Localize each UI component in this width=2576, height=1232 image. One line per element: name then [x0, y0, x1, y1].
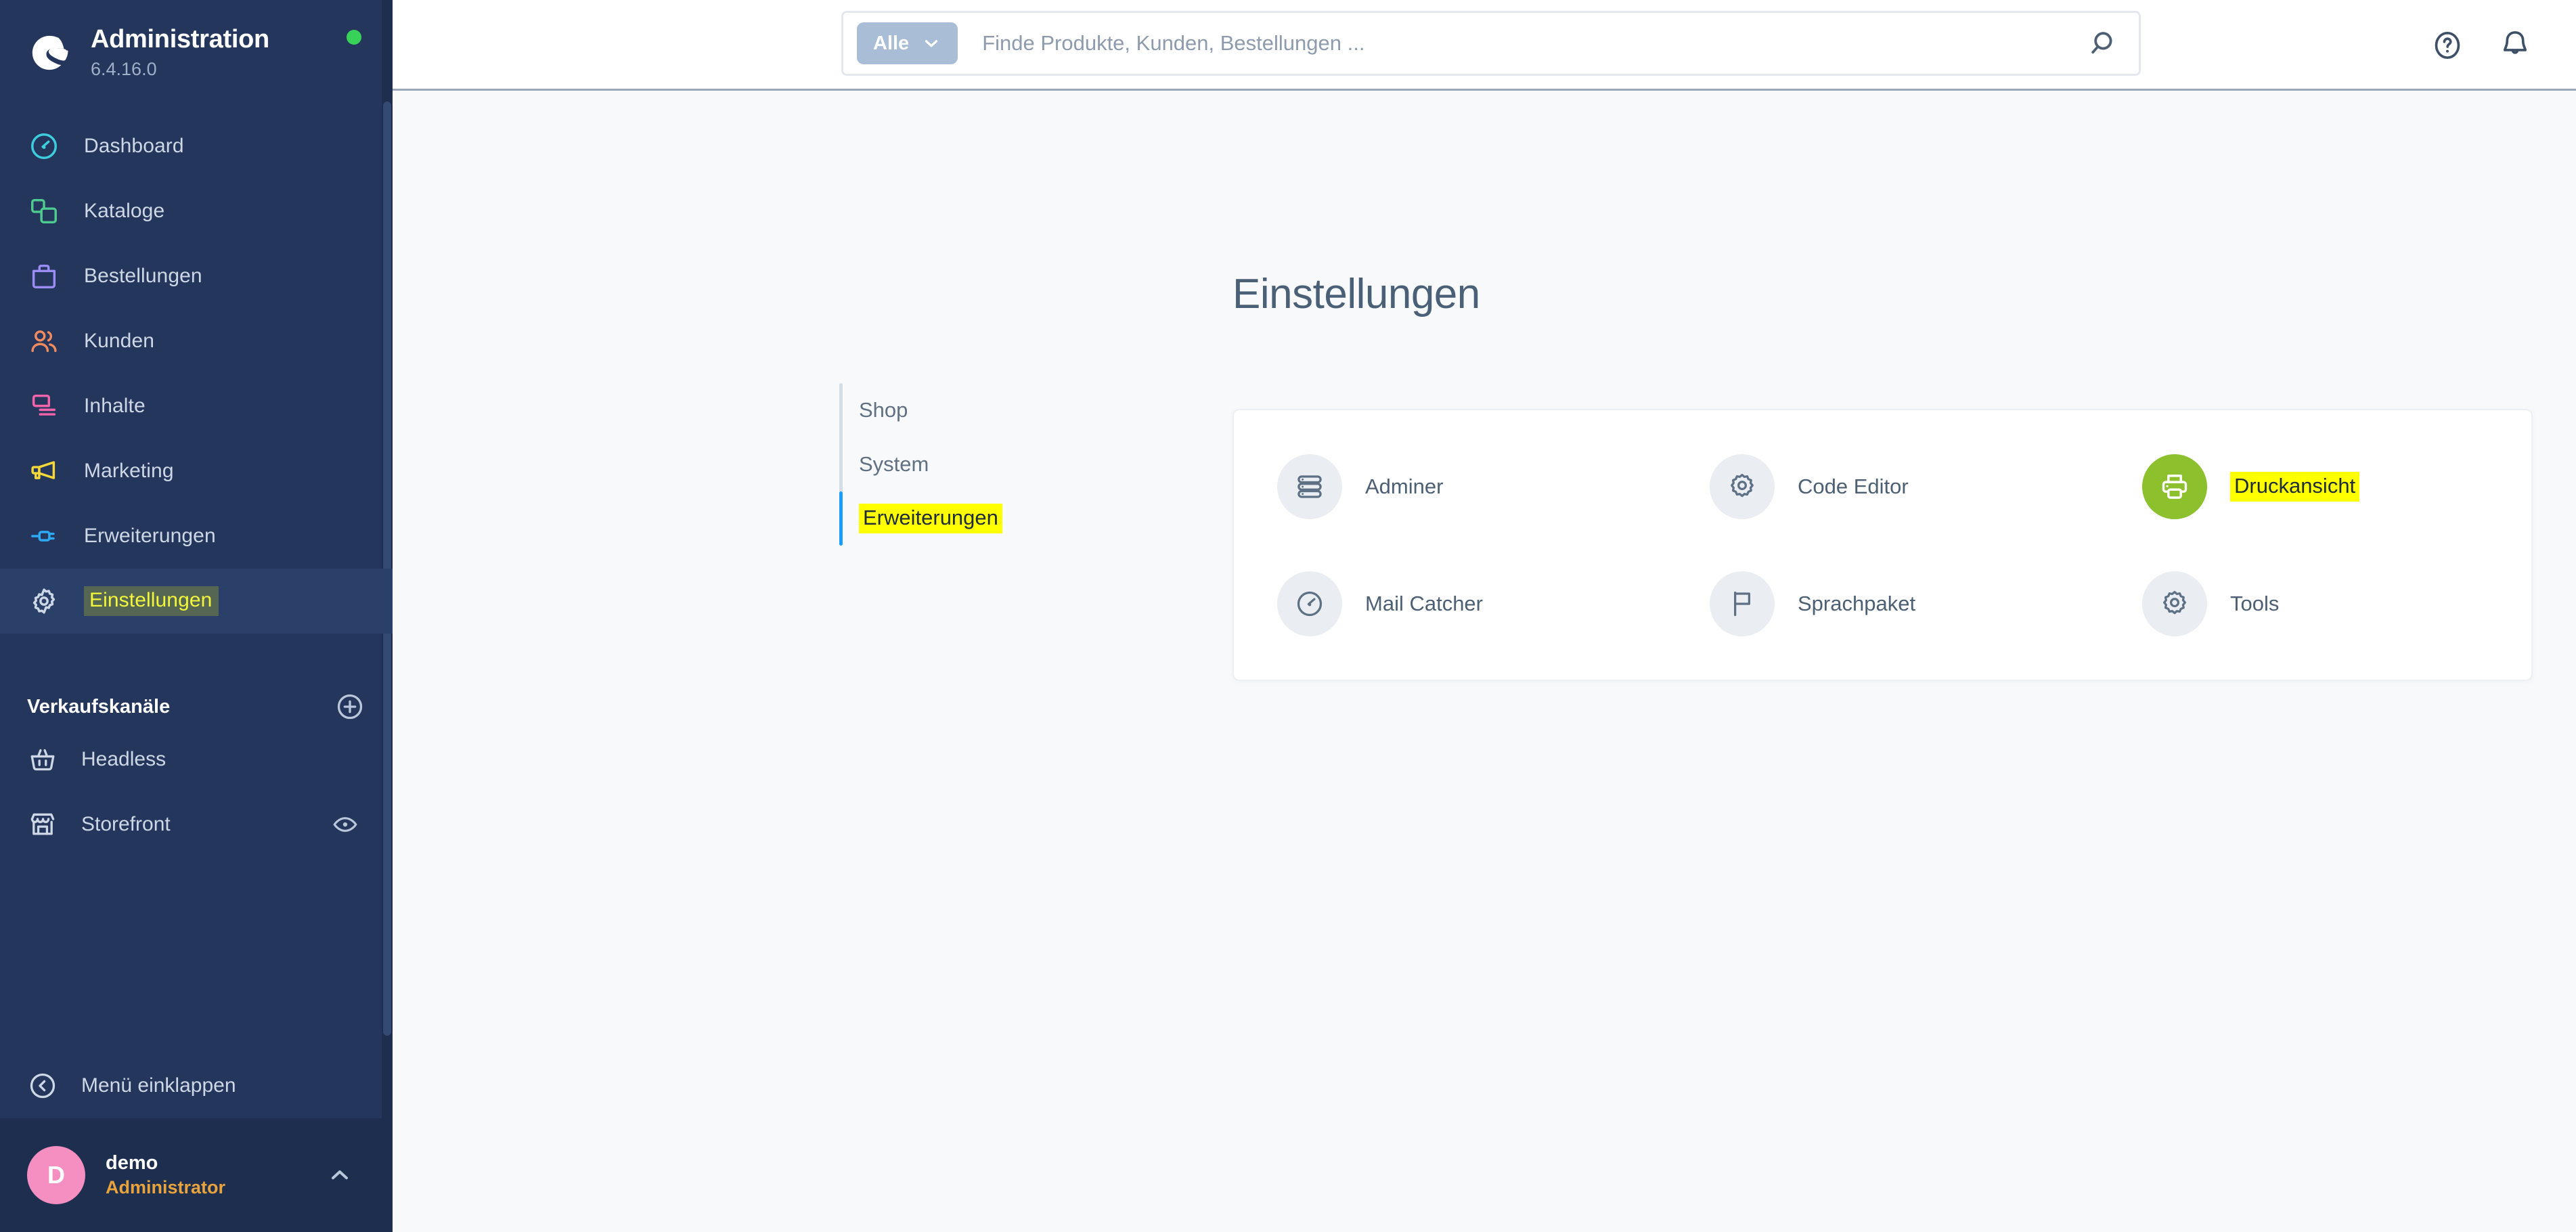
card-item-label: Sprachpaket	[1798, 591, 1916, 615]
chevron-down-icon	[921, 33, 941, 53]
marketing-megaphone-icon	[27, 454, 61, 488]
sidebar-item-bestellungen[interactable]: Bestellungen	[0, 244, 393, 309]
sidebar-channel-label: Headless	[81, 748, 166, 770]
card-item-code-editor[interactable]: Code Editor	[1666, 428, 2099, 545]
user-menu[interactable]: D demo Administrator	[0, 1118, 393, 1232]
card-item-label: Adminer	[1365, 474, 1444, 498]
sidebar-item-headless[interactable]: Headless	[0, 727, 393, 792]
tab-active-marker	[839, 491, 843, 546]
card-item-label: Druckansicht	[2230, 471, 2360, 502]
card-item-label: Tools	[2230, 591, 2280, 615]
collapse-left-circle-icon	[27, 1070, 58, 1101]
card-item-mail-catcher[interactable]: Mail Catcher	[1234, 545, 1666, 662]
sidebar-item-label: Inhalte	[84, 395, 146, 417]
tab-system[interactable]: System	[843, 437, 1002, 491]
tab-label: Erweiterungen	[859, 504, 1002, 533]
tab-active-marker	[839, 437, 843, 491]
page-title: Einstellungen	[1233, 271, 1480, 317]
user-info: demo Administrator	[106, 1152, 225, 1198]
brand-title: Administration	[91, 24, 269, 53]
sidebar-item-einstellungen[interactable]: Einstellungen	[0, 569, 393, 634]
sidebar-channel-label: Storefront	[81, 813, 171, 835]
dashboard-speedometer-icon	[27, 129, 61, 163]
sidebar-item-inhalte[interactable]: Inhalte	[0, 374, 393, 439]
sidebar-item-label: Kunden	[84, 330, 155, 352]
search-input[interactable]	[958, 31, 2081, 56]
gear-icon	[2142, 571, 2207, 636]
orders-bag-icon	[27, 259, 61, 293]
gear-icon	[1710, 454, 1775, 519]
storefront-shop-icon	[27, 809, 58, 840]
flag-icon	[1710, 571, 1775, 636]
sidebar-item-label: Marketing	[84, 460, 174, 482]
card-item-tools[interactable]: Tools	[2099, 545, 2531, 662]
tab-erweiterungen[interactable]: Erweiterungen	[839, 491, 1002, 546]
card-item-adminer[interactable]: Adminer	[1234, 428, 1666, 545]
sidebar-item-erweiterungen[interactable]: Erweiterungen	[0, 504, 393, 569]
main-region: Alle Finde Produkte, Kunden, Bestellunge…	[393, 0, 2576, 1232]
card-item-label: Mail Catcher	[1365, 591, 1483, 615]
sidebar-item-label: Einstellungen	[84, 586, 219, 616]
extensions-grid: Adminer Code Editor Druckansicht Mail Ca…	[1234, 410, 2531, 680]
sidebar-item-storefront[interactable]: Storefront	[0, 792, 393, 857]
eye-icon[interactable]	[332, 811, 359, 838]
search-icon[interactable]	[2081, 20, 2128, 67]
topbar: Alle	[393, 0, 2576, 91]
app-root: Administration 6.4.16.0 Dashboard Katalo…	[0, 0, 2576, 1232]
chevron-up-icon[interactable]	[326, 1162, 353, 1189]
shopware-logo-icon	[27, 30, 72, 75]
sales-channels-section-header: Verkaufskanäle	[0, 686, 393, 727]
card-item-label: Code Editor	[1798, 474, 1909, 498]
content-area: Einstellungen Shop System Erweiterungen	[393, 91, 2576, 1232]
tab-list: Shop System Erweiterungen	[839, 383, 1002, 546]
sidebar-nav: Dashboard Kataloge Bestellungen Kunden I…	[0, 114, 393, 634]
sidebar-item-label: Bestellungen	[84, 265, 202, 287]
card-item-druckansicht[interactable]: Druckansicht	[2099, 428, 2531, 545]
settings-gear-icon	[27, 584, 61, 618]
search-scope-label: Alle	[873, 32, 910, 54]
sales-channels-title: Verkaufskanäle	[27, 695, 171, 718]
settings-tab-rail: Shop System Erweiterungen	[839, 383, 1002, 546]
content-document-icon	[27, 389, 61, 423]
user-role: Administrator	[106, 1177, 226, 1197]
brand-version: 6.4.16.0	[91, 58, 157, 79]
database-server-icon	[1277, 454, 1342, 519]
collapse-menu-button[interactable]: Menü einklappen	[0, 1053, 393, 1118]
card-item-sprachpaket[interactable]: Sprachpaket	[1666, 545, 2099, 662]
sidebar-item-label: Kataloge	[84, 200, 165, 222]
brand-header[interactable]: Administration 6.4.16.0	[0, 0, 393, 88]
sidebar-item-marketing[interactable]: Marketing	[0, 439, 393, 504]
avatar: D	[27, 1146, 85, 1204]
brand-text: Administration 6.4.16.0	[91, 24, 269, 81]
collapse-menu-label: Menü einklappen	[81, 1074, 236, 1097]
question-circle-icon[interactable]	[2428, 26, 2466, 64]
plus-circle-icon[interactable]	[334, 691, 365, 722]
printer-icon	[2142, 454, 2207, 519]
tab-shop[interactable]: Shop	[843, 383, 1002, 437]
sidebar-item-label: Erweiterungen	[84, 525, 216, 547]
sidebar-item-kataloge[interactable]: Kataloge	[0, 179, 393, 244]
speedometer-icon	[1277, 571, 1342, 636]
tab-active-marker	[839, 383, 843, 437]
extensions-plug-icon	[27, 519, 61, 553]
headless-basket-icon	[27, 744, 58, 775]
catalogs-layers-icon	[27, 194, 61, 228]
tab-label: System	[859, 452, 929, 476]
sidebar-item-kunden[interactable]: Kunden	[0, 309, 393, 374]
bell-icon[interactable]	[2496, 26, 2534, 64]
global-search: Alle	[841, 11, 2141, 76]
tab-label: Shop	[859, 398, 908, 422]
sidebar: Administration 6.4.16.0 Dashboard Katalo…	[0, 0, 393, 1232]
topbar-actions	[2428, 0, 2534, 91]
customers-people-icon	[27, 324, 61, 358]
sidebar-item-dashboard[interactable]: Dashboard	[0, 114, 393, 179]
status-dot-online	[347, 30, 361, 45]
sidebar-item-label: Dashboard	[84, 135, 184, 157]
extensions-card: Adminer Code Editor Druckansicht Mail Ca…	[1233, 409, 2533, 681]
user-name: demo	[106, 1152, 158, 1174]
search-scope-dropdown[interactable]: Alle	[857, 22, 958, 64]
